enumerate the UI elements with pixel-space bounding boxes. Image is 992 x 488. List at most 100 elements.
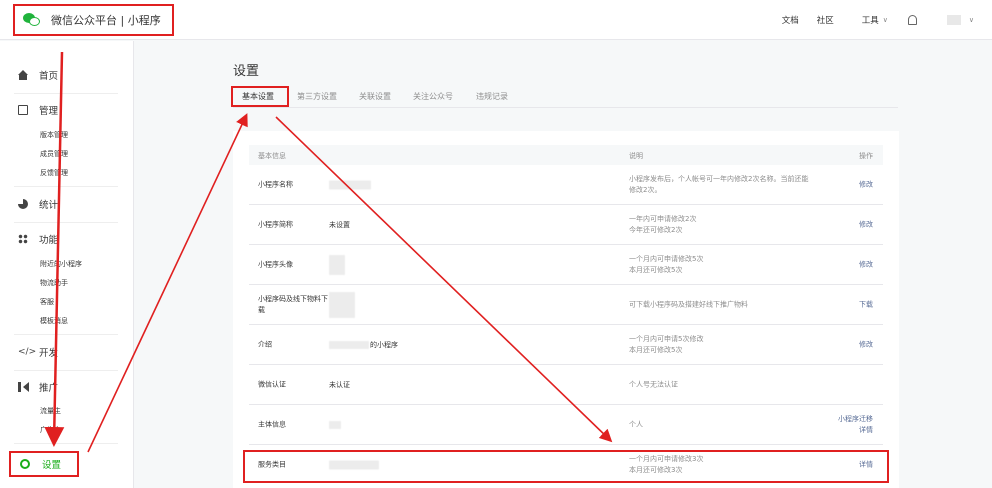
- row-label: 小程序名称: [258, 180, 293, 188]
- row-desc: 一个月内可申请5次修改 本月还可修改5次: [629, 334, 704, 354]
- sidebar-subitem-advertiser[interactable]: 广告主: [40, 425, 61, 435]
- row-label: 主体信息: [258, 420, 286, 428]
- brand-title: 微信公众平台 | 小程序: [51, 14, 161, 27]
- row-value: 的小程序: [329, 340, 398, 350]
- intro-text: 的小程序: [370, 340, 398, 349]
- table-row: 主体信息 个人 小程序迁移 详情: [249, 405, 883, 445]
- sidebar-divider: [14, 443, 118, 444]
- sidebar-divider: [14, 93, 118, 94]
- nav-community-link[interactable]: 社区: [817, 14, 834, 26]
- megaphone-icon: [18, 382, 29, 392]
- row-value: 未设置: [329, 220, 350, 229]
- row-value: [329, 180, 371, 189]
- sidebar-subitem-template[interactable]: 模板消息: [40, 316, 68, 326]
- row-value: [329, 420, 341, 429]
- sidebar-item-dev[interactable]: </> 开发: [18, 345, 58, 359]
- sidebar-item-label: 设置: [42, 460, 62, 471]
- qrcode-image: [329, 291, 355, 318]
- modify-link[interactable]: 修改: [859, 259, 873, 270]
- chevron-down-icon: ∨: [882, 16, 888, 24]
- chevron-down-icon[interactable]: ∨: [969, 16, 974, 24]
- home-icon: [18, 70, 28, 80]
- sidebar-item-home[interactable]: 首页: [18, 68, 58, 82]
- header-desc: 说明: [629, 152, 643, 160]
- sidebar-item-settings[interactable]: 设置: [9, 451, 79, 477]
- row-label: 介绍: [258, 340, 272, 348]
- code-icon: </>: [18, 347, 37, 357]
- sidebar-subitem-feedback[interactable]: 反馈管理: [40, 168, 68, 178]
- migrate-details-link[interactable]: 小程序迁移 详情: [838, 414, 873, 436]
- sidebar-divider: [14, 186, 118, 187]
- header-op: 操作: [859, 152, 873, 160]
- nav-tools-menu[interactable]: 工具 ∨: [862, 14, 888, 26]
- row-label: 小程序码及线下物料下载: [258, 294, 328, 314]
- avatar: [329, 254, 345, 275]
- table-row: 微信认证 未认证 个人号无法认证: [249, 365, 883, 405]
- tab-follow-account[interactable]: 关注公众号: [413, 91, 453, 102]
- row-value: [329, 254, 345, 275]
- blurred-value: [329, 180, 371, 189]
- nav-tools-label: 工具: [861, 16, 879, 26]
- gear-icon: [20, 459, 30, 469]
- sidebar-divider: [14, 370, 118, 371]
- sidebar-item-label: 功能: [39, 235, 59, 246]
- pie-chart-icon: [18, 199, 28, 209]
- table-row: 小程序简称 未设置 一年内可申请修改2次 今年还可修改2次 修改: [249, 205, 883, 245]
- sidebar-item-label: 统计: [39, 200, 59, 211]
- modify-link[interactable]: 修改: [859, 339, 873, 350]
- row-label: 小程序头像: [258, 260, 293, 268]
- sidebar-subitem-traffic[interactable]: 流量主: [40, 406, 61, 416]
- download-link[interactable]: 下载: [859, 299, 873, 310]
- blurred-value: [329, 340, 369, 349]
- row-desc: 个人号无法认证: [629, 380, 678, 388]
- row-value: 未认证: [329, 380, 350, 389]
- bell-icon[interactable]: [907, 15, 917, 25]
- sidebar-item-manage[interactable]: 管理: [18, 103, 58, 117]
- sidebar-item-label: 首页: [39, 71, 59, 82]
- sidebar-item-promo[interactable]: 推广: [18, 380, 58, 394]
- row-value: [329, 291, 355, 318]
- row-label: 小程序简称: [258, 220, 293, 228]
- modify-link[interactable]: 修改: [859, 219, 873, 230]
- sidebar-divider: [14, 222, 118, 223]
- blurred-value: [329, 420, 341, 429]
- table-row: 介绍 的小程序 一个月内可申请5次修改 本月还可修改5次 修改: [249, 325, 883, 365]
- table-row: 小程序码及线下物料下载 可下载小程序码及搭建好线下推广物料 下载: [249, 285, 883, 325]
- nav-docs-link[interactable]: 文档: [782, 14, 799, 26]
- sidebar-subitem-version[interactable]: 版本管理: [40, 130, 68, 140]
- annotation-box: [231, 86, 289, 107]
- avatar[interactable]: [946, 15, 961, 25]
- row-desc: 小程序发布后，个人帐号可一年内修改2次名称。当前还能修改2次。: [629, 174, 809, 194]
- grid-icon: [18, 234, 28, 244]
- sidebar-subitem-nearby[interactable]: 附近的小程序: [40, 259, 82, 269]
- sidebar-item-label: 管理: [39, 106, 59, 117]
- brand-logo-link[interactable]: 微信公众平台 | 小程序: [13, 4, 174, 36]
- sidebar-item-label: 开发: [39, 348, 59, 359]
- sidebar-subitem-service[interactable]: 客服: [40, 297, 54, 307]
- header-info: 基本信息: [258, 152, 286, 160]
- modify-link[interactable]: 修改: [859, 179, 873, 190]
- sidebar-item-label: 推广: [39, 383, 59, 394]
- sidebar-divider: [14, 334, 118, 335]
- top-bar: 微信公众平台 | 小程序 文档 社区 工具 ∨ ∨: [0, 0, 992, 40]
- row-desc: 可下载小程序码及搭建好线下推广物料: [629, 300, 748, 308]
- page-title: 设置: [233, 64, 260, 79]
- row-desc: 一年内可申请修改2次 今年还可修改2次: [629, 214, 697, 234]
- sidebar-subitem-logistics[interactable]: 物流助手: [40, 278, 68, 288]
- tab-violations[interactable]: 违规记录: [476, 91, 508, 102]
- inbox-icon: [18, 105, 28, 115]
- table-row: 小程序名称 小程序发布后，个人帐号可一年内修改2次名称。当前还能修改2次。 修改: [249, 165, 883, 205]
- wechat-logo-icon: [23, 12, 41, 28]
- row-desc: 一个月内可申请修改5次 本月还可修改5次: [629, 254, 704, 274]
- row-desc: 个人: [629, 420, 643, 428]
- tab-association[interactable]: 关联设置: [359, 91, 391, 102]
- table-row: 小程序头像 一个月内可申请修改5次 本月还可修改5次 修改: [249, 245, 883, 285]
- top-nav: 文档 社区 工具 ∨ ∨: [764, 0, 974, 40]
- settings-tabs: 基本设置 第三方设置 关联设置 关注公众号 违规记录: [233, 86, 898, 108]
- row-label: 微信认证: [258, 380, 286, 388]
- sidebar-item-features[interactable]: 功能: [18, 232, 58, 246]
- table-header: 基本信息 说明 操作: [249, 145, 883, 165]
- tab-third-party[interactable]: 第三方设置: [297, 91, 337, 102]
- sidebar-item-stats[interactable]: 统计: [18, 197, 58, 211]
- sidebar-subitem-members[interactable]: 成员管理: [40, 149, 68, 159]
